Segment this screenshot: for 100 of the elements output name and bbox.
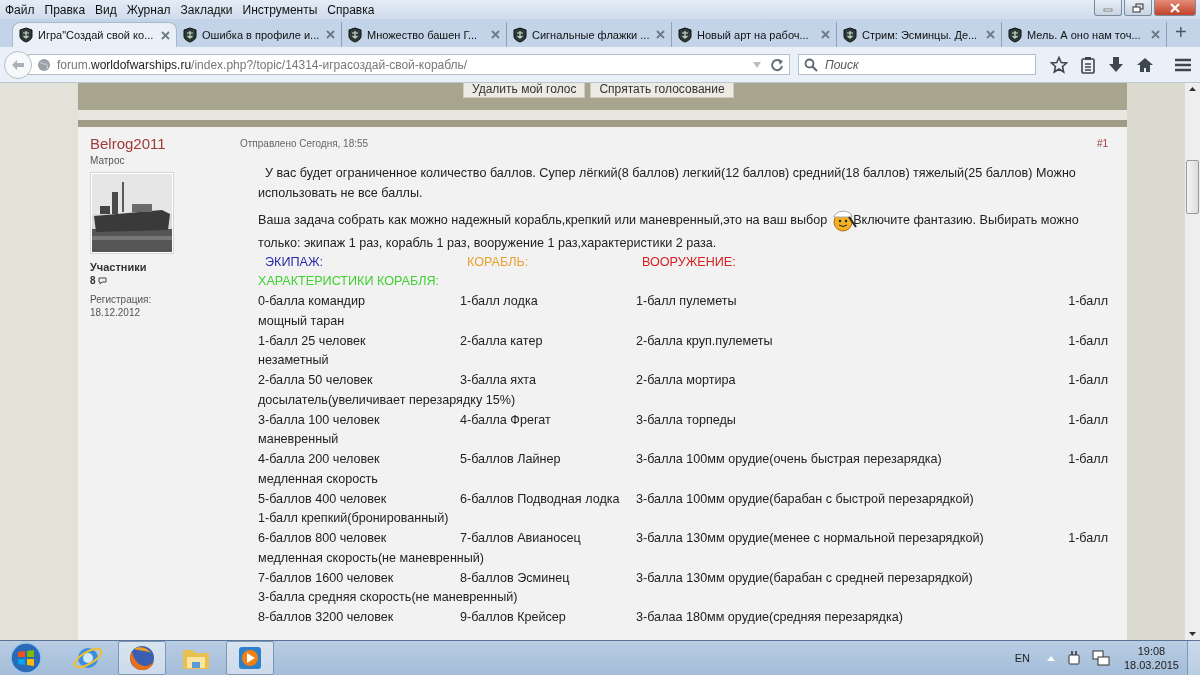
member-rank: Матрос — [90, 155, 125, 166]
search-field[interactable]: Поиск — [798, 54, 1036, 75]
ship-option: 1-балл лодка — [460, 292, 636, 312]
shield-icon — [1008, 26, 1022, 43]
registration-date: 18.12.2012 — [90, 307, 141, 318]
new-tab-button[interactable]: + — [1167, 21, 1187, 47]
menu-item[interactable]: Справка — [325, 2, 383, 17]
close-icon[interactable] — [986, 30, 995, 39]
ship-option: 6-баллов Подводная лодка — [460, 489, 636, 510]
home-icon[interactable] — [1136, 56, 1154, 73]
network-icon[interactable] — [1091, 649, 1110, 667]
section-heading: ХАРАКТЕРИСТИКИ КОРАБЛЯ: — [258, 273, 440, 291]
crew-option: 0-балла командир — [258, 292, 460, 312]
shield-icon — [843, 26, 857, 43]
menu-item[interactable]: Закладки — [178, 2, 241, 17]
ship-option: 2-балла катер — [460, 331, 636, 352]
download-icon[interactable] — [1108, 55, 1124, 74]
tab-title: Ошибка в профиле и... — [202, 28, 321, 41]
column-heading: КОРАБЛЬ: — [467, 253, 530, 271]
trait-option: незаметный — [258, 351, 329, 371]
post-text: Включите фантазию. Выбирать можно — [853, 212, 1079, 227]
ship-option: 4-балла Фрегат — [460, 410, 636, 431]
reload-icon[interactable] — [770, 57, 784, 72]
post-count: 8 — [90, 275, 96, 286]
close-icon[interactable] — [491, 30, 500, 39]
trait-option: 1-балл крепкий(бронированный) — [258, 509, 449, 529]
menu-item[interactable]: Правка — [42, 2, 94, 17]
post-date: Отправлено Сегодня, 18:55 — [240, 138, 369, 149]
close-button[interactable] — [1154, 0, 1196, 16]
trait-option: мощный таран — [258, 311, 345, 332]
trait-option: медленная скорость(не маневренный) — [258, 548, 485, 569]
shield-icon — [348, 26, 362, 43]
close-icon[interactable] — [1151, 30, 1160, 39]
armament-option: 1-балл пулеметы — [636, 292, 1069, 312]
crew-option: 6-баллов 800 человек — [258, 529, 460, 549]
browser-tab[interactable]: Игра"Создай свой ко... — [12, 22, 177, 47]
post-number-link[interactable]: #1 — [1096, 138, 1108, 149]
trait-points: 1-балл — [1068, 372, 1108, 389]
post-paragraph: У вас будет ограниченное количество баллов. Супер лёгкий(8 баллов) легкий(12 баллов) средний(18 баллов) тяжелый(25 баллов) Можно использовать не все баллы. — [258, 165, 1077, 202]
tab-title: Стрим: Эсминцы. Де... — [862, 28, 979, 41]
crew-option: 1-балл 25 человек — [258, 331, 460, 352]
shield-icon — [183, 26, 197, 43]
language-indicator[interactable]: EN — [1014, 652, 1030, 664]
post-text: Ваша задача собрать как можно надежный корабль,крепкий или маневренный,это на ваш выбор — [258, 212, 828, 227]
taskbar-button[interactable] — [118, 641, 166, 675]
menu-icon[interactable] — [1174, 57, 1192, 72]
menu-item[interactable]: Вид — [93, 2, 125, 17]
restore-button[interactable] — [1124, 0, 1152, 16]
minimize-button[interactable] — [1094, 0, 1122, 16]
tab-title: Мель. А оно нам точ... — [1027, 28, 1142, 41]
clipboard-icon[interactable] — [1080, 55, 1096, 74]
trait-points: 1-балл — [1068, 530, 1108, 547]
armament-option: 3-балаа 180мм орудие(средняя перезарядка) — [636, 608, 1108, 628]
menu-item[interactable]: Журнал — [124, 2, 179, 17]
poll-button[interactable]: Спрятать голосование — [590, 83, 734, 98]
menu-item[interactable]: Инструменты — [240, 2, 326, 17]
trait-points: 1-балл — [1068, 332, 1108, 350]
close-icon[interactable] — [326, 30, 335, 39]
close-icon[interactable] — [656, 30, 665, 39]
ship-option: 9-баллов Крейсер — [460, 608, 636, 628]
trait-option: маневренный — [258, 430, 339, 450]
taskbar-button[interactable] — [226, 641, 274, 675]
crew-option: 2-балла 50 человек — [258, 371, 460, 391]
poll-button[interactable]: Удалить мой голос — [463, 83, 586, 98]
power-plug-icon[interactable] — [1065, 649, 1082, 667]
crew-option: 8-баллов 3200 человек — [258, 608, 460, 628]
star-icon[interactable] — [1050, 55, 1068, 74]
trait-points: 1-балл — [1068, 293, 1108, 310]
armament-option: 2-балла круп.пулеметы — [636, 331, 1069, 352]
ship-option: 3-балла яхта — [460, 371, 636, 391]
clock[interactable]: 19:08 18.03.2015 — [1123, 644, 1179, 672]
scrollbar-thumb[interactable] — [1186, 160, 1199, 214]
author-name[interactable]: Belrog2011 — [90, 135, 166, 152]
armament-option: 3-балла торпеды — [636, 410, 1069, 431]
close-icon — [1170, 2, 1180, 13]
shield-icon — [678, 26, 692, 43]
address-bar[interactable]: forum.worldofwarships.ru/index.php?/topic/14314-играсоздай-свой-корабль/ — [28, 54, 790, 75]
armament-option: 3-балла 100мм орудие(очень быстрая перезарядка) — [636, 450, 1069, 470]
column-heading: ЭКИПАЖ: — [265, 253, 325, 271]
crew-option: 7-баллов 1600 человек — [258, 568, 460, 589]
armament-option: 3-балла 130мм орудие(менее с нормальной перезарядкой) — [636, 529, 1069, 549]
restore-icon — [1132, 2, 1144, 13]
post-text: только: экипаж 1 раз, корабль 1 раз, вооружение 1 раз,характеристики 2 раза. — [258, 234, 718, 252]
tab-title: Новый арт на рабоч... — [697, 28, 810, 41]
ship-option: 7-баллов Авианосец — [460, 529, 636, 549]
comment-icon — [97, 276, 107, 285]
armament-option: 3-балла 100мм орудие(барабан с быстрой перезарядкой) — [636, 489, 1108, 510]
trait-option: медленная скорость — [258, 469, 378, 490]
member-group: Участники — [90, 261, 147, 273]
tab-title: Сигнальные флажки ... — [532, 28, 651, 41]
tab-title: Игра"Создай свой ко... — [38, 29, 155, 41]
tab-title: Множество башен Г... — [367, 28, 479, 41]
close-icon[interactable] — [821, 30, 830, 39]
trait-points: 1-балл — [1068, 451, 1108, 468]
close-icon[interactable] — [161, 30, 170, 40]
menu-item[interactable]: Файл — [3, 2, 43, 17]
back-button[interactable] — [4, 50, 32, 79]
globe-icon — [37, 57, 51, 72]
crew-option: 4-балла 200 человек — [258, 450, 460, 470]
crew-option: 5-баллов 400 человек — [258, 489, 460, 510]
